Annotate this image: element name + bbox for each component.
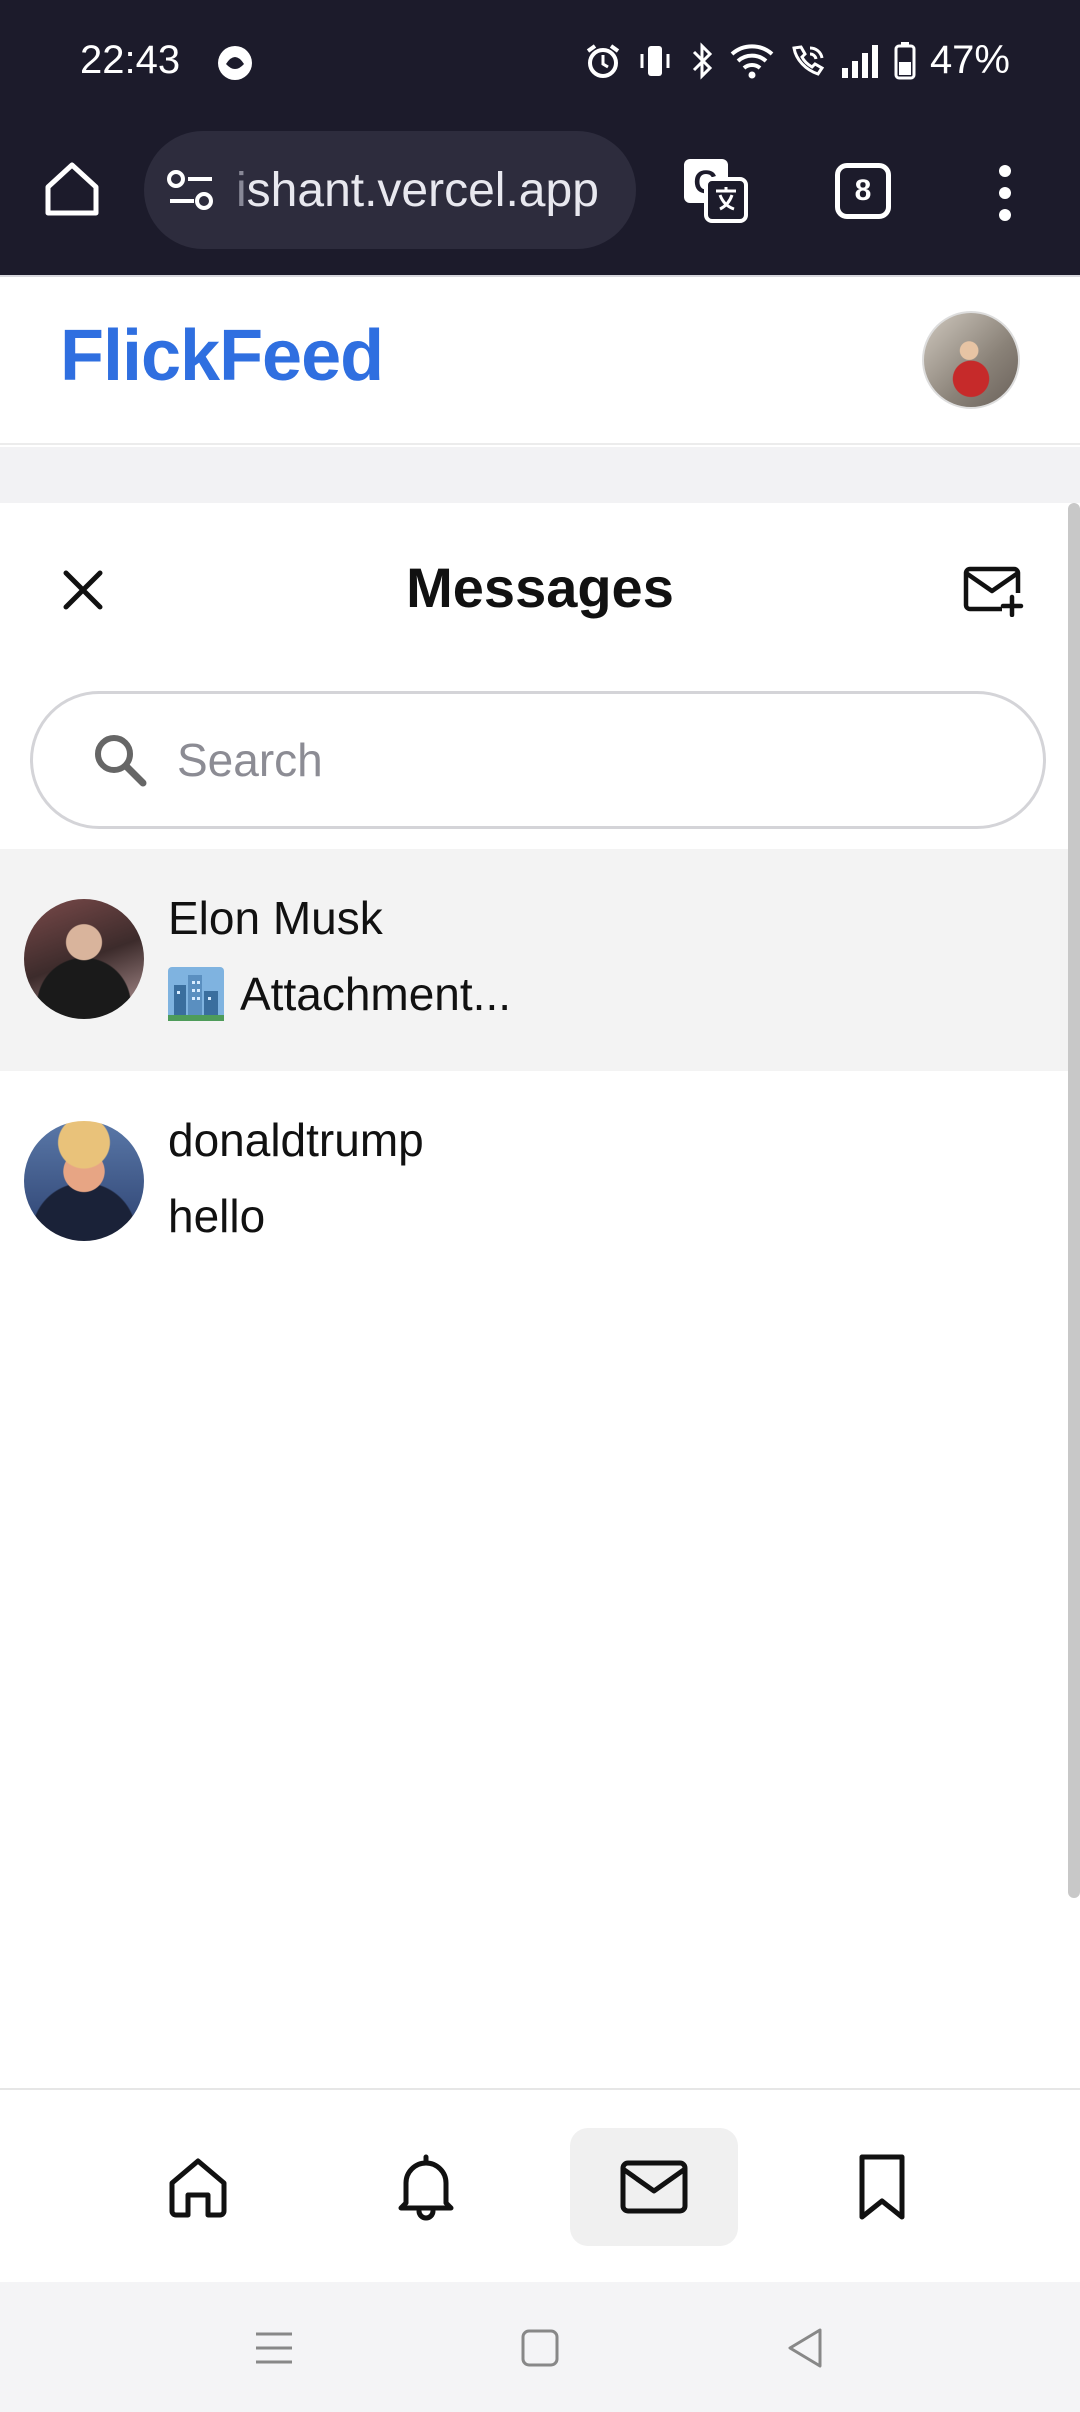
scrollbar[interactable] (1068, 503, 1080, 1898)
nav-messages[interactable] (570, 2128, 738, 2246)
nav-home[interactable] (114, 2128, 282, 2246)
conversation-name: donaldtrump (168, 1114, 424, 1166)
battery-percent: 47% (929, 38, 1010, 82)
nav-notifications[interactable] (342, 2128, 510, 2246)
battery-icon (894, 41, 916, 79)
backdrop (0, 447, 1080, 503)
url-faded-char: i (236, 163, 247, 217)
bell-icon (398, 2154, 454, 2221)
back-icon[interactable] (784, 2326, 828, 2370)
conversation-item[interactable]: donaldtrump hello (0, 1071, 1068, 1293)
browser-toolbar: ishant.vercel.app G 8 (0, 125, 1080, 277)
bookmark-icon (859, 2154, 905, 2220)
app-header: FlickFeed (0, 279, 1080, 445)
recent-apps-icon[interactable] (252, 2326, 296, 2370)
url-domain: shant.vercel.app (246, 163, 599, 217)
conversation-preview: hello (168, 1189, 265, 1243)
bluetooth-icon (692, 41, 713, 80)
system-nav-bar (0, 2282, 1080, 2412)
browser-menu-icon[interactable] (990, 161, 1020, 225)
cityscape-icon (168, 967, 224, 1021)
nav-bookmarks[interactable] (798, 2128, 966, 2246)
system-home-icon[interactable] (518, 2326, 562, 2370)
tabs-button[interactable]: 8 (835, 163, 891, 219)
messages-title: Messages (406, 556, 674, 619)
status-time: 22:43 (80, 38, 181, 82)
status-icons: 47% (584, 38, 1010, 83)
home-icon (169, 2158, 227, 2218)
mail-icon (620, 2160, 688, 2214)
search-icon (95, 735, 147, 787)
status-bar: 22:43 47% (0, 0, 1080, 125)
url-text: ishant.vercel.app (236, 163, 599, 218)
profile-avatar[interactable] (922, 311, 1020, 409)
search-input[interactable]: Search (30, 691, 1046, 829)
preview-text: Attachment... (240, 968, 512, 1020)
bottom-nav (0, 2088, 1080, 2282)
browser-home-button[interactable] (40, 157, 104, 221)
site-settings-icon[interactable] (166, 167, 216, 213)
vpn-icon (218, 46, 252, 80)
translate-icon[interactable]: G (680, 155, 750, 225)
url-bar[interactable]: ishant.vercel.app (144, 131, 636, 249)
conversation-name: Elon Musk (168, 892, 383, 944)
wifi-icon (730, 43, 774, 78)
preview-text: hello (168, 1190, 266, 1242)
conversation-preview: Attachment... (168, 967, 511, 1021)
alarm-icon (586, 43, 620, 78)
brand-logo[interactable]: FlickFeed (60, 315, 384, 397)
avatar (24, 899, 144, 1019)
signal-icon (841, 44, 878, 78)
messages-panel: Messages Search Elon Musk Attachment... … (0, 503, 1068, 2088)
conversation-item[interactable]: Elon Musk Attachment... (0, 849, 1068, 1071)
wifi-call-icon (792, 44, 825, 76)
new-message-icon[interactable] (962, 561, 1024, 617)
vibrate-icon (640, 45, 670, 76)
search-placeholder: Search (177, 734, 323, 786)
avatar (24, 1121, 144, 1241)
